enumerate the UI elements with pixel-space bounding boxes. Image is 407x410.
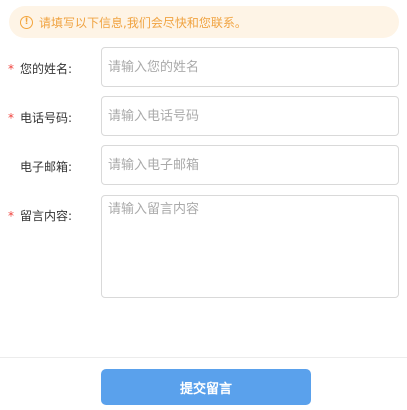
email-label: *电子邮箱: — [20, 160, 73, 174]
required-mark: * — [8, 209, 14, 223]
email-input[interactable] — [101, 145, 399, 185]
name-input[interactable] — [101, 47, 399, 87]
phone-input[interactable] — [101, 96, 399, 136]
required-mark: * — [8, 62, 14, 76]
notice-banner: ! 请填写以下信息,我们会尽快和您联系。 — [9, 6, 399, 38]
footer-divider — [0, 357, 407, 358]
message-label: * 留言内容: — [8, 209, 73, 223]
contact-form-page: ! 请填写以下信息,我们会尽快和您联系。 *您的姓名: *电话号码: *电子邮箱… — [0, 0, 407, 410]
name-label: * 您的姓名: — [8, 62, 73, 76]
phone-label: * 电话号码: — [8, 111, 73, 125]
submit-button[interactable]: 提交留言 — [101, 369, 311, 405]
required-mark: * — [8, 111, 14, 125]
message-textarea[interactable] — [101, 195, 399, 298]
exclamation-circle-icon: ! — [20, 15, 33, 29]
notice-text: 请填写以下信息,我们会尽快和您联系。 — [39, 15, 247, 30]
